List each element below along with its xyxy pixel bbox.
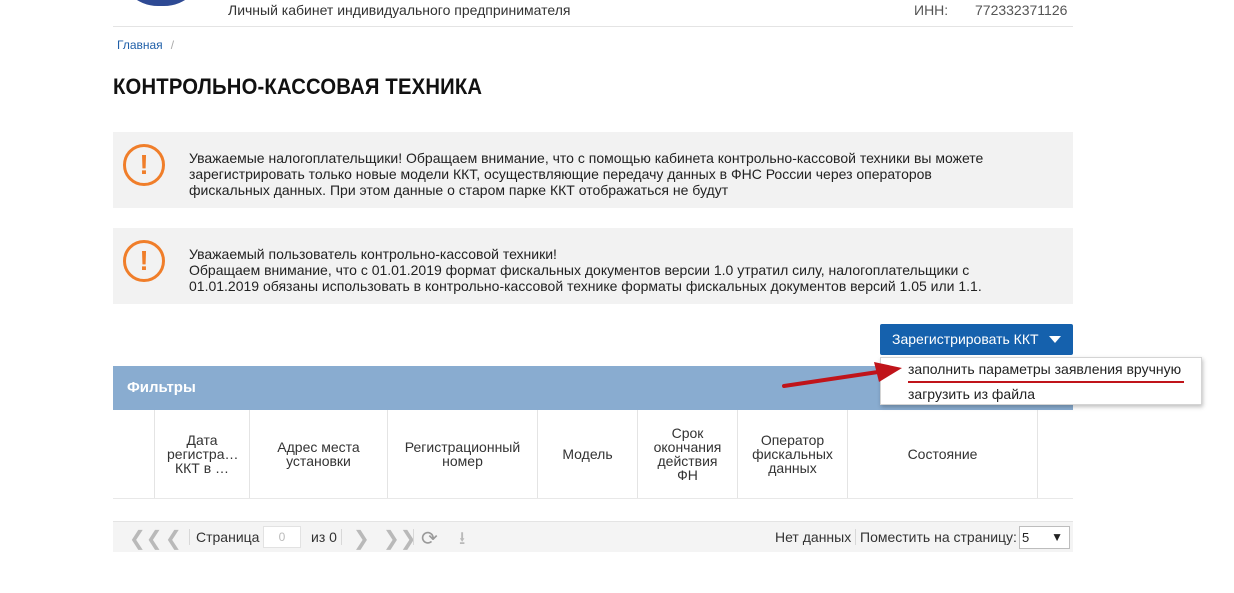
annotation-arrow-head: [874, 362, 902, 382]
annotation-arrow-shaft: [782, 370, 880, 388]
annotation-arrow: [782, 362, 1184, 388]
